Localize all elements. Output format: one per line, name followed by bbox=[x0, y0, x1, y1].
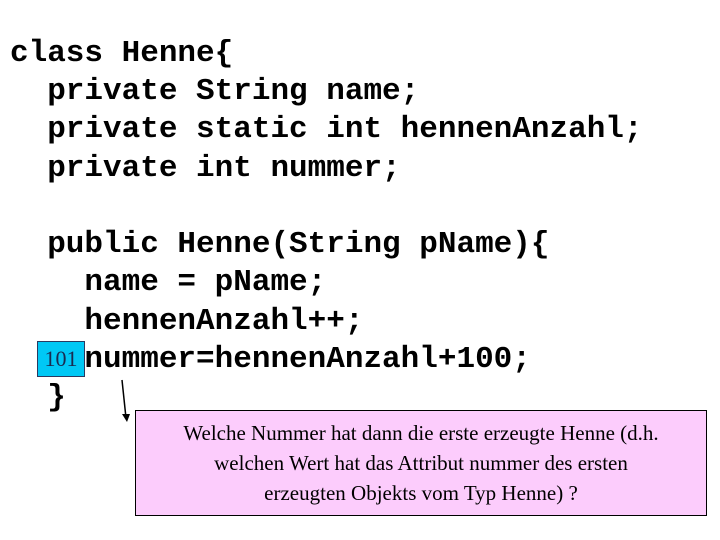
callout-line-2: welchen Wert hat das Attribut nummer des… bbox=[214, 451, 628, 475]
callout-line-1: Welche Nummer hat dann die erste erzeugt… bbox=[183, 421, 659, 445]
question-callout: Welche Nummer hat dann die erste erzeugt… bbox=[135, 410, 707, 516]
callout-line-3: erzeugten Objekts vom Typ Henne) ? bbox=[264, 481, 578, 505]
